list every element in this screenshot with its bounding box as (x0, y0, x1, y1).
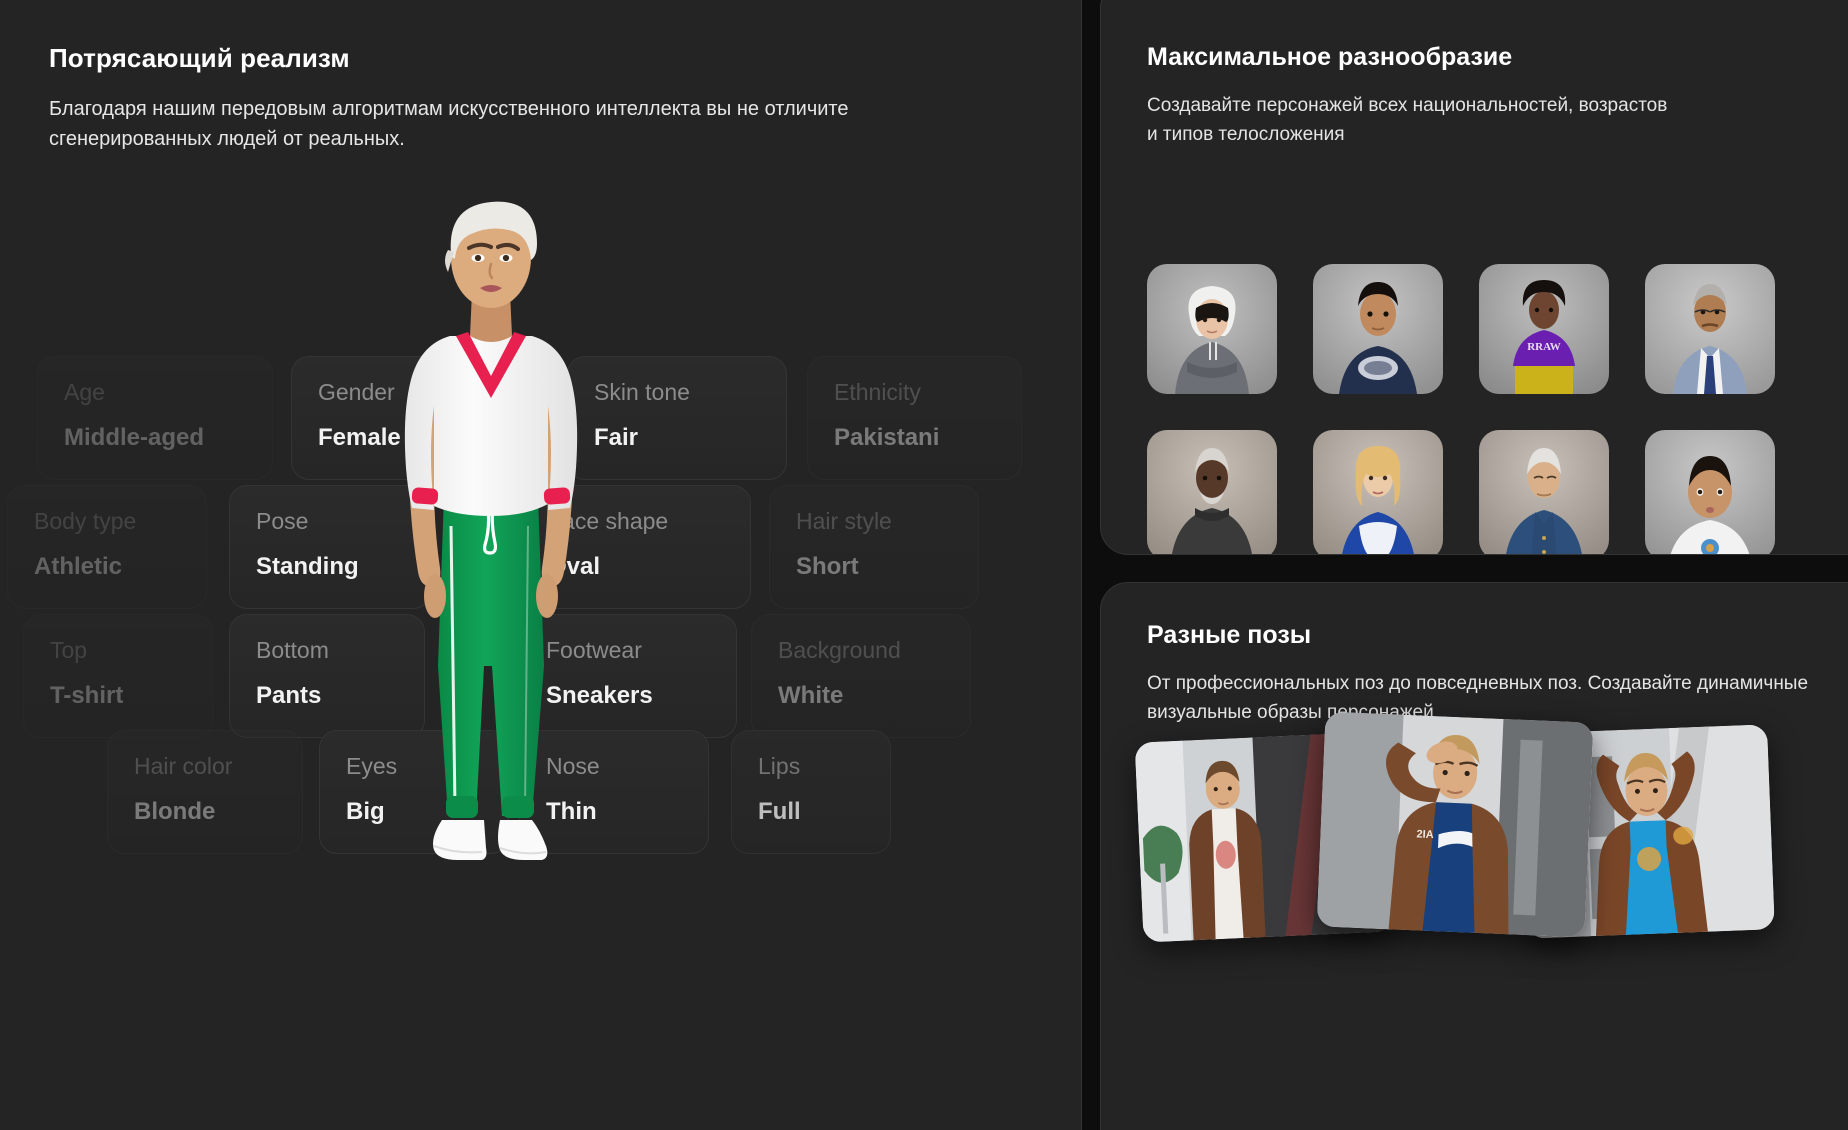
attribute-chip-hair-color[interactable]: Hair color Blonde (107, 730, 303, 854)
pose-image-teen-boy-hand-on-head[interactable]: 2IA (1316, 711, 1594, 938)
chip-key: Hair color (134, 753, 233, 779)
diversity-card-header: Максимальное разнообразие Создавайте пер… (1101, 0, 1848, 150)
chip-value: Pakistani (834, 424, 940, 451)
chip-value: Full (758, 798, 801, 825)
avatar-black-senior-man-turtleneck[interactable] (1147, 430, 1277, 554)
realism-card-inner: Потрясающий реализм Благодаря нашим пере… (1, 1, 1047, 1130)
poses-title: Разные позы (1147, 621, 1312, 649)
avatar-asian-senior-man-blue-shirt[interactable] (1479, 430, 1609, 554)
realism-subtitle: Благодаря нашим передовым алгоритмам иск… (49, 98, 849, 151)
diversity-card: Максимальное разнообразие Создавайте пер… (1100, 0, 1848, 555)
chip-key: Body type (34, 508, 137, 534)
chip-value: Middle-aged (64, 424, 205, 451)
chip-value: Athletic (34, 553, 123, 580)
pose-image-strip: 2IA (1131, 707, 1848, 967)
chip-key: Lips (758, 753, 801, 779)
generated-character-preview-image (356, 196, 626, 916)
chip-key: Age (64, 379, 105, 405)
chip-value: White (778, 682, 844, 709)
attribute-chip-body-type[interactable]: Body type Athletic (7, 485, 207, 609)
diversity-subtitle: Создавайте персонажей всех национальност… (1147, 95, 1668, 145)
avatar-indian-man-grey-suit[interactable] (1645, 264, 1775, 394)
diversity-title: Максимальное разнообразие (1147, 43, 1513, 71)
chip-key: Ethnicity (834, 379, 921, 405)
chip-value: T-shirt (50, 682, 124, 709)
realism-card: Потрясающий реализм Благодаря нашим пере… (0, 0, 1082, 1130)
avatar-middle-eastern-boy-navy-tshirt[interactable] (1313, 264, 1443, 394)
avatar-blonde-woman-blue-top[interactable] (1313, 430, 1443, 554)
poses-card: Разные позы От профессиональных поз до п… (1100, 582, 1848, 1130)
attribute-chip-hair-style[interactable]: Hair style Short (769, 485, 979, 609)
svg-text:RRAW: RRAW (1527, 341, 1561, 353)
chip-key: Background (778, 637, 901, 663)
attribute-chip-lips[interactable]: Lips Full (731, 730, 891, 854)
avatar-black-woman-purple-tshirt[interactable]: RRAW (1479, 264, 1609, 394)
feature-showcase-page: Потрясающий реализм Благодаря нашим пере… (0, 0, 1848, 1130)
chip-key: Top (50, 637, 88, 663)
attribute-chip-age[interactable]: Age Middle-aged (37, 356, 273, 480)
avatar-toddler-white-onesie[interactable] (1645, 430, 1775, 554)
chip-value: Blonde (134, 798, 216, 825)
avatar-grid: RRAW (1147, 264, 1848, 554)
realism-card-header: Потрясающий реализм Благодаря нашим пере… (49, 43, 989, 155)
chip-value: Short (796, 553, 859, 580)
svg-text:2IA: 2IA (1416, 828, 1434, 841)
attribute-chip-ethnicity[interactable]: Ethnicity Pakistani (807, 356, 1022, 480)
realism-title: Потрясающий реализм (49, 43, 350, 73)
attribute-chip-background[interactable]: Background White (751, 614, 971, 738)
avatar-asian-young-woman-hoodie[interactable] (1147, 264, 1277, 394)
chip-key: Hair style (796, 508, 892, 534)
attribute-chip-top[interactable]: Top T-shirt (23, 614, 213, 738)
right-column: Максимальное разнообразие Создавайте пер… (1100, 0, 1848, 1130)
